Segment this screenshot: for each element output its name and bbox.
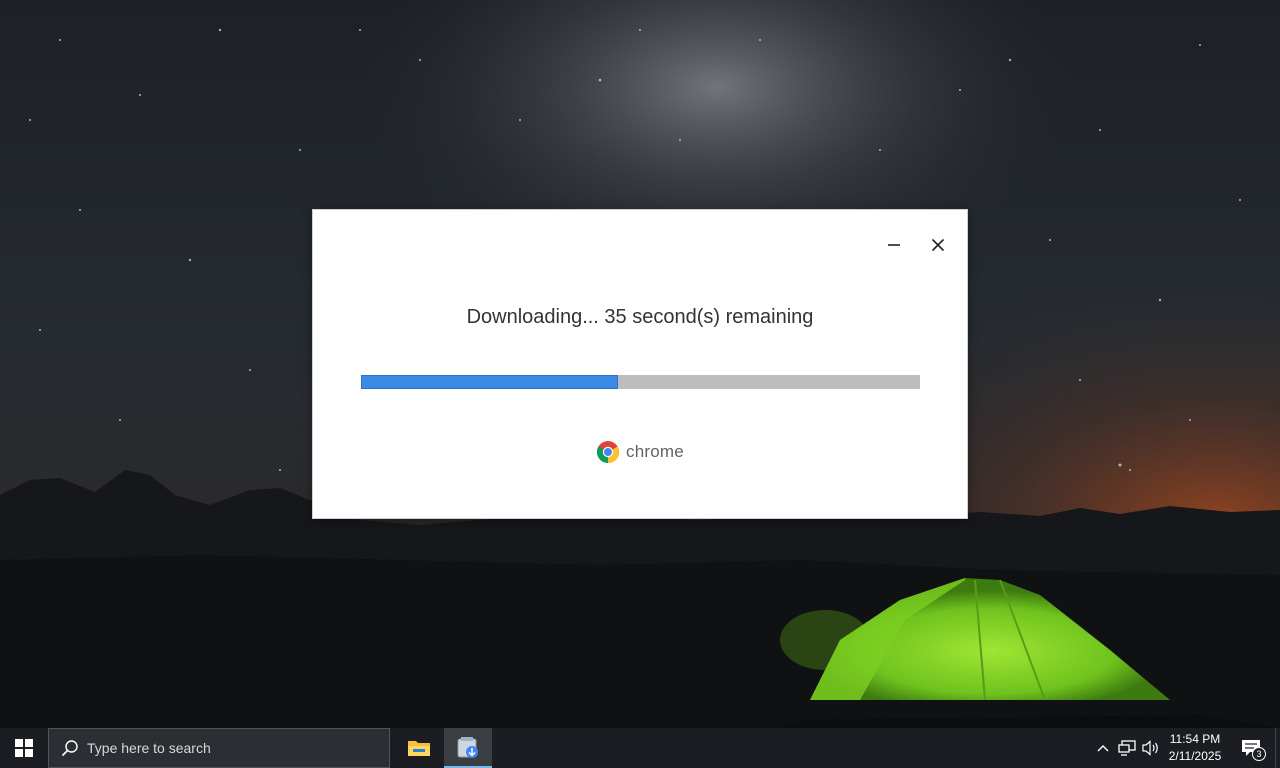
clock-time: 11:54 PM (1169, 732, 1221, 746)
chrome-brand: chrome (313, 440, 967, 464)
tray-show-hidden-icons[interactable] (1094, 728, 1112, 768)
network-icon (1118, 740, 1136, 756)
download-progress-fill (361, 375, 619, 389)
taskbar-search-box[interactable]: Type here to search (48, 728, 390, 768)
chrome-logo-icon (597, 441, 620, 463)
close-button[interactable] (923, 230, 953, 260)
taskbar-app-chrome-installer[interactable] (444, 728, 492, 768)
taskbar-clock[interactable]: 11:54 PM 2/11/2025 (1162, 728, 1228, 768)
tray-volume[interactable] (1140, 728, 1162, 768)
windows-logo-icon (15, 739, 33, 757)
tray-network[interactable] (1116, 728, 1138, 768)
start-button[interactable] (0, 728, 48, 768)
chevron-up-icon (1097, 745, 1109, 752)
installer-icon (457, 737, 478, 758)
download-status-text: Downloading... 35 second(s) remaining (466, 306, 814, 328)
download-progress-bar (361, 375, 920, 389)
chrome-brand-text: chrome (626, 442, 684, 461)
show-desktop-button[interactable] (1275, 728, 1280, 768)
search-icon (61, 739, 79, 757)
folder-icon (408, 741, 430, 756)
minimize-button[interactable] (879, 230, 909, 260)
close-icon (931, 238, 945, 252)
volume-icon (1142, 740, 1158, 756)
taskbar: Type here to search 11:54 PM 2/11/2025 3 (0, 728, 1280, 768)
search-placeholder: Type here to search (87, 740, 211, 756)
minimize-icon (888, 244, 900, 246)
action-center-button[interactable]: 3 (1234, 728, 1268, 768)
chrome-installer-dialog: Downloading... 35 second(s) remaining ch… (312, 209, 968, 519)
notification-count-badge: 3 (1252, 747, 1266, 761)
clock-date: 2/11/2025 (1168, 749, 1222, 763)
taskbar-app-file-explorer[interactable] (395, 728, 443, 768)
